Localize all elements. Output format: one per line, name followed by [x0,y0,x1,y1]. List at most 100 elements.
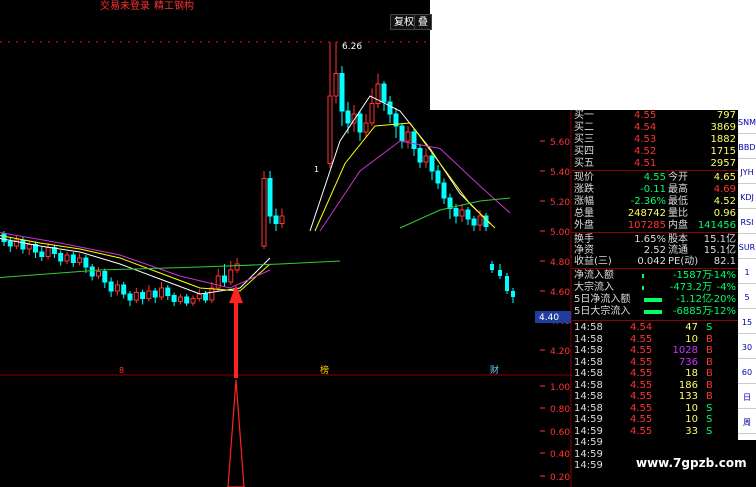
stat-label: 总量 [574,208,594,219]
login-status-link[interactable]: 交易未登录 [100,0,150,14]
divider [572,268,738,269]
price-axis: 5.60 5.40 5.20 5.00 4.80 4.60 4.40 4.20 [540,138,570,357]
tick-price: 4.54 [630,322,653,333]
current-price-tag: 4.40 [539,313,559,323]
orderbook-volume: 2957 [710,158,736,169]
tick-volume: 10 [685,414,698,425]
candle-body [146,290,152,299]
orderbook-row[interactable]: 买四 4.52 1715 [572,146,738,158]
tick-volume: 1028 [672,345,698,356]
tick-row: 14:58 4.55 10 B [572,334,738,346]
candle-body [64,254,70,262]
flag-bang[interactable]: 榜 [320,364,329,376]
candle-body [7,241,13,247]
tick-volume: 186 [678,379,698,391]
stock-name-link[interactable]: 精工钢构 [154,0,194,14]
orderbook-row[interactable]: 买五 4.51 2957 [572,158,738,170]
orderbook-price: 4.55 [634,110,657,121]
stat-value: -0.11 [640,184,666,195]
stat-label: 内盘 [668,220,688,231]
candlesticks [1,42,515,306]
candle-body [190,298,196,304]
kline-chart[interactable]: 6.26 1 8 榜 财 5.60 5.40 5.20 5.00 4.80 4.60 4.4… [0,30,572,487]
candle-body [58,253,64,262]
indicator-tick-label: 1.00 [550,383,570,393]
indicator-axis: 1.00 0.80 0.60 0.40 0.20 [540,383,570,483]
indicator-switch-button[interactable]: 1 [738,262,756,284]
orderbook-row[interactable]: 买二 4.54 3869 [572,122,738,134]
candle-body [121,284,127,295]
stat-label: 最低 [668,196,688,207]
money-flow-bar [642,286,644,290]
fundamental-value: 82.1 [713,256,736,267]
tick-price: 4.55 [630,391,653,402]
flag-cai[interactable]: 财 [490,364,499,376]
tick-row: 14:59 4.55 10 S [572,414,738,426]
orderbook-row[interactable]: 买三 4.53 1882 [572,134,738,146]
indicator-switch-button[interactable]: KDJ [738,187,756,209]
stat-label: 涨跌 [574,184,594,195]
tick-price: 4.55 [630,379,653,391]
money-flow-row: 净流入额 -1587万 -14% [572,270,738,282]
candle-body [20,239,26,250]
money-flow-label: 净流入额 [574,270,614,281]
quote-panel: 买一 4.55 797 买二 4.54 3869 买三 4.53 1882 买四 4.52 1715 买… [572,110,738,487]
stat-value: 107285 [627,220,666,231]
candle-body [399,125,405,142]
indicator-switch-button[interactable]: 日 [738,387,756,409]
tick-direction: S [706,402,713,414]
stat-label: 外盘 [574,220,594,231]
orderbook-price: 4.51 [634,158,657,169]
high-price-mark: 6.26 [342,42,362,52]
candle-body [152,290,158,298]
divider [572,232,738,233]
indicator-switch-button[interactable]: 周 [738,412,756,434]
candle-body [327,95,333,164]
orderbook-label: 买三 [574,134,594,145]
candle-body [363,122,369,133]
candle-body [465,209,471,220]
stat-row: 涨跌 -0.11 最高 4.69 [572,184,738,196]
indicator-switch-button[interactable]: RSI [738,212,756,234]
money-flow-pct: -14% [710,270,736,281]
candle-body [45,247,51,257]
tick-volume: 47 [685,322,698,333]
indicator-switch-button[interactable]: JYH [738,162,756,184]
stat-value: 0.96 [713,208,736,219]
overlay-button[interactable]: 叠 [414,14,432,30]
indicator-switch-button[interactable]: 15 [738,312,756,334]
ma10-line [0,235,271,292]
indicator-switch-button[interactable]: BBD [738,137,756,159]
money-flow-bar [644,298,662,302]
tick-row: 14:58 4.55 736 B [572,357,738,369]
orderbook-label: 买五 [574,158,594,169]
indicator-switch-button[interactable]: 60 [738,362,756,384]
money-flow-pct: -20% [710,294,736,305]
money-flow-value: -1587万 [672,270,712,281]
indicator-switch-button[interactable]: SNM [738,112,756,134]
orderbook-row[interactable]: 买一 4.55 797 [572,110,738,122]
tick-row: 14:58 4.55 186 B [572,380,738,392]
indicator-switch-button[interactable]: 5 [738,287,756,309]
tick-price: 4.55 [630,368,653,379]
candle-body [196,293,202,299]
orderbook-volume: 1715 [710,146,736,157]
tick-direction: S [706,322,713,333]
tick-time: 14:58 [574,391,603,402]
tick-time: 14:58 [574,368,603,379]
fundamental-label: 收益(三) [574,256,612,267]
price-tick-label: 5.60 [550,138,570,148]
orderbook-volume: 3869 [710,122,736,133]
tick-row: 14:58 4.55 133 B [572,391,738,403]
tick-row: 14:58 4.55 10 S [572,403,738,415]
candle-body [203,293,209,301]
candle-body [333,73,339,97]
tick-time: 14:59 [574,448,603,460]
stat-row: 现价 4.55 今开 4.65 [572,172,738,184]
indicator-switch-button[interactable]: 30 [738,337,756,359]
tick-direction: B [706,379,713,391]
price-tick-label: 4.60 [550,288,570,298]
tick-time: 14:59 [574,460,603,471]
candle-body [429,155,435,172]
indicator-switch-button[interactable]: SUR [738,237,756,259]
